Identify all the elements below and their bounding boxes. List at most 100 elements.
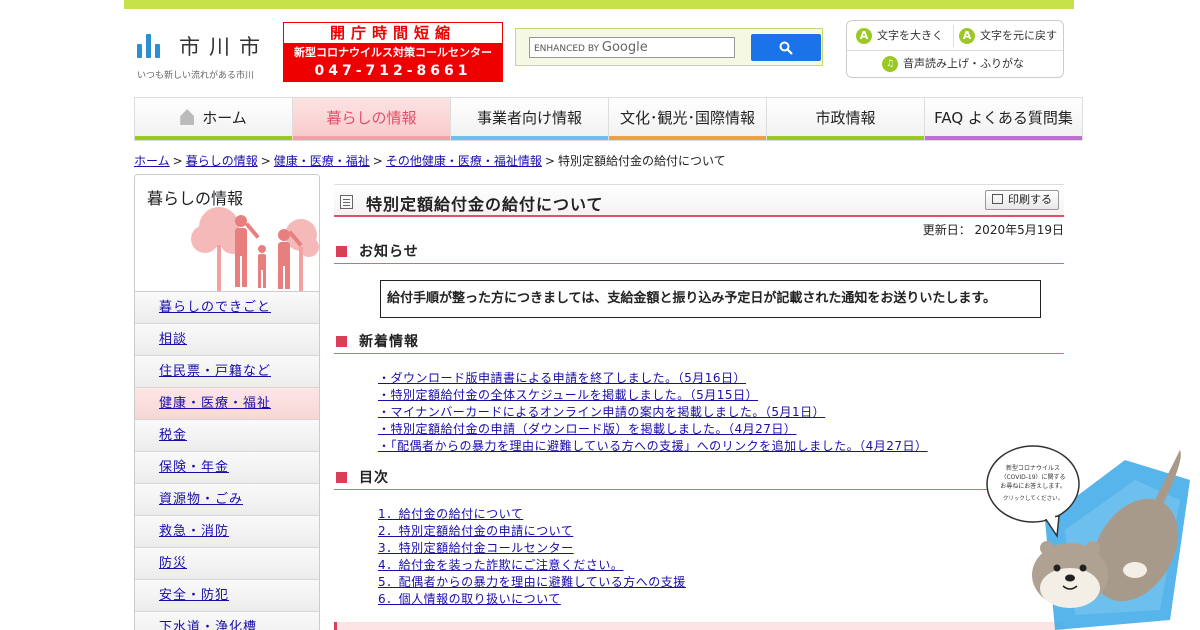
sidebar-item-consultation[interactable]: 相談	[135, 324, 319, 356]
list-item: ・「配偶者からの暴力を理由に避難している方への支援」へのリンクを追加しました。（…	[378, 438, 928, 455]
table-of-contents: 1．給付金の給付について 2．特別定額給付金の申請について 3．特別定額給付金コ…	[378, 506, 686, 608]
notice-box: 給付手順が整った方につきましては、支給金額と振り込み予定日が記載された通知をお送…	[380, 280, 1041, 318]
list-item: 1．給付金の給付について	[378, 506, 686, 523]
logo-tagline: いつも新しい流れがある市川	[137, 71, 255, 81]
covid-call-center-banner[interactable]: 開庁時間短縮 新型コロナウイルス対策コールセンター 047-712-8661	[283, 22, 503, 82]
section-heading-text: 目次	[359, 470, 389, 486]
breadcrumb: ホーム > 暮らしの情報 > 健康・医療・福祉 > その他健康・医療・福祉情報 > 特別定額給付…	[134, 152, 726, 169]
updated-date: 更新日： 2020年5月19日	[922, 223, 1064, 237]
nav-tab-label: 文化･観光･国際情報	[619, 109, 755, 127]
sidebar-item-label[interactable]: 資源物・ごみ	[159, 492, 243, 507]
nav-tab-home[interactable]: ホーム	[135, 98, 293, 140]
news-link[interactable]: ・ダウンロード版申請書による申請を終了しました。（5月16日）	[378, 371, 746, 385]
top-accent-bar	[124, 0, 1074, 9]
site-search: ENHANCED BY Google	[515, 28, 823, 66]
nav-tab-label: FAQ よくある質問集	[934, 109, 1073, 127]
enlarge-text-button[interactable]: A 文字を大きく	[856, 26, 943, 46]
sidebar: 暮らしの情報 暮らしのできごと 相談 住民票・戸籍など 健康・医療・福祉 税金 …	[134, 174, 320, 630]
voice-furigana-button[interactable]: ♫ 音声読み上げ・ふりがな	[882, 55, 1024, 73]
home-icon	[180, 109, 195, 125]
heading-marker	[336, 336, 347, 347]
list-item: 5．配偶者からの暴力を理由に避難している方への支援	[378, 574, 686, 591]
document-icon	[340, 195, 353, 209]
breadcrumb-separator: >	[172, 154, 183, 168]
speaker-icon: ♫	[882, 56, 898, 72]
toc-link[interactable]: 4．給付金を装った詐欺にご注意ください。	[378, 558, 623, 572]
bubble-line4: クリックしてください。	[1003, 495, 1063, 502]
site-logo[interactable]: 市川市 いつも新しい流れがある市川	[137, 34, 277, 84]
sidebar-item-label[interactable]: 保険・年金	[159, 460, 229, 475]
sidebar-item-insurance-pension[interactable]: 保険・年金	[135, 452, 319, 484]
sidebar-item-safety-crime[interactable]: 安全・防犯	[135, 580, 319, 612]
sidebar-item-label[interactable]: 暮らしのできごと	[159, 300, 271, 315]
reset-text-button[interactable]: A 文字を元に戻す	[959, 26, 1057, 46]
nav-tab-bar	[767, 136, 924, 140]
bubble-line1: 新型コロナウイルス	[1006, 464, 1060, 472]
news-link[interactable]: ・「配偶者からの暴力を理由に避難している方への支援」へのリンクを追加しました。（…	[378, 439, 928, 453]
news-link[interactable]: ・マイナンバーカードによるオンライン申請の案内を掲載しました。（5月1日）	[378, 405, 825, 419]
list-item: 6．個人情報の取り扱いについて	[378, 591, 686, 608]
search-button[interactable]	[751, 34, 821, 61]
list-item: ・特別定額給付金の全体スケジュールを掲載しました。（5月15日）	[378, 387, 928, 404]
breadcrumb-health[interactable]: 健康・医療・福祉	[274, 154, 370, 168]
nav-tab-living[interactable]: 暮らしの情報	[293, 98, 451, 140]
list-item: ・ダウンロード版申請書による申請を終了しました。（5月16日）	[378, 370, 928, 387]
printer-icon	[992, 194, 1003, 204]
toc-link[interactable]: 2．特別定額給付金の申請について	[378, 524, 573, 538]
section-heading-text: お知らせ	[359, 244, 419, 260]
logo-name: 市川市	[179, 35, 269, 59]
bubble-line3: お尋ねにお答えします。	[1000, 482, 1065, 490]
breadcrumb-home[interactable]: ホーム	[134, 154, 170, 168]
nav-tab-bar	[451, 136, 608, 140]
page-header: 特別定額給付金の給付について 印刷する	[334, 184, 1064, 217]
sidebar-item-label[interactable]: 住民票・戸籍など	[159, 364, 271, 379]
news-link[interactable]: ・特別定額給付金の申請（ダウンロード版）を掲載しました。（4月27日）	[378, 422, 796, 436]
enlarge-text-label: 文字を大きく	[877, 29, 943, 42]
banner-phone: 047-712-8661	[284, 62, 502, 81]
sidebar-item-life-events[interactable]: 暮らしのできごと	[135, 292, 319, 324]
breadcrumb-other-health[interactable]: その他健康・医療・福祉情報	[386, 154, 542, 168]
sidebar-item-label[interactable]: 救急・消防	[159, 524, 229, 539]
breadcrumb-separator: >	[544, 154, 555, 168]
sidebar-item-label[interactable]: 安全・防犯	[159, 588, 229, 603]
sidebar-menu: 暮らしのできごと 相談 住民票・戸籍など 健康・医療・福祉 税金 保険・年金 資…	[135, 292, 319, 630]
nav-tab-faq[interactable]: FAQ よくある質問集	[925, 98, 1082, 140]
sidebar-item-resident-registry[interactable]: 住民票・戸籍など	[135, 356, 319, 388]
news-link[interactable]: ・特別定額給付金の全体スケジュールを掲載しました。（5月15日）	[378, 388, 758, 402]
nav-tab-culture[interactable]: 文化･観光･国際情報	[609, 98, 767, 140]
nav-tab-city-admin[interactable]: 市政情報	[767, 98, 925, 140]
sidebar-item-recycling-garbage[interactable]: 資源物・ごみ	[135, 484, 319, 516]
otter-mascot-icon: 新型コロナウイルス （COVID-19）に関する お尋ねにお答えします。 クリッ…	[986, 445, 1190, 630]
breadcrumb-separator: >	[260, 154, 271, 168]
city-emblem-icon	[137, 34, 163, 58]
nav-tab-label: ホーム	[202, 109, 247, 127]
sidebar-item-label[interactable]: 税金	[159, 428, 187, 443]
sidebar-item-label[interactable]: 防災	[159, 556, 187, 571]
sidebar-item-health-welfare[interactable]: 健康・医療・福祉	[135, 388, 319, 420]
list-item: 3．特別定額給付金コールセンター	[378, 540, 686, 557]
covid-chatbot-mascot[interactable]: 新型コロナウイルス （COVID-19）に関する お尋ねにお答えします。 クリッ…	[985, 440, 1200, 630]
sidebar-item-tax[interactable]: 税金	[135, 420, 319, 452]
toc-link[interactable]: 1．給付金の給付について	[378, 507, 523, 521]
print-button[interactable]: 印刷する	[985, 190, 1059, 210]
sidebar-header: 暮らしの情報	[135, 175, 319, 292]
reset-text-icon: A	[959, 28, 975, 44]
next-section-heading	[334, 622, 1064, 630]
sidebar-item-label[interactable]: 相談	[159, 332, 187, 347]
sidebar-item-emergency-fire[interactable]: 救急・消防	[135, 516, 319, 548]
search-input[interactable]: ENHANCED BY Google	[529, 37, 735, 58]
font-size-row: A 文字を大きく A 文字を元に戻す	[847, 21, 1063, 51]
sidebar-item-label[interactable]: 下水道・浄化槽	[159, 620, 257, 630]
divider	[953, 25, 954, 47]
sidebar-item-sewerage[interactable]: 下水道・浄化槽	[135, 612, 319, 630]
toc-link[interactable]: 6．個人情報の取り扱いについて	[378, 592, 561, 606]
voice-furigana-label: 音声読み上げ・ふりがな	[903, 57, 1024, 70]
toc-link[interactable]: 3．特別定額給付金コールセンター	[378, 541, 574, 555]
sidebar-item-label[interactable]: 健康・医療・福祉	[159, 396, 271, 411]
toc-link[interactable]: 5．配偶者からの暴力を理由に避難している方への支援	[378, 575, 686, 589]
breadcrumb-living[interactable]: 暮らしの情報	[186, 154, 258, 168]
page-title: 特別定額給付金の給付について	[366, 195, 604, 214]
nav-tab-business[interactable]: 事業者向け情報	[451, 98, 609, 140]
sidebar-item-disaster-prevention[interactable]: 防災	[135, 548, 319, 580]
list-item: 4．給付金を装った詐欺にご注意ください。	[378, 557, 686, 574]
